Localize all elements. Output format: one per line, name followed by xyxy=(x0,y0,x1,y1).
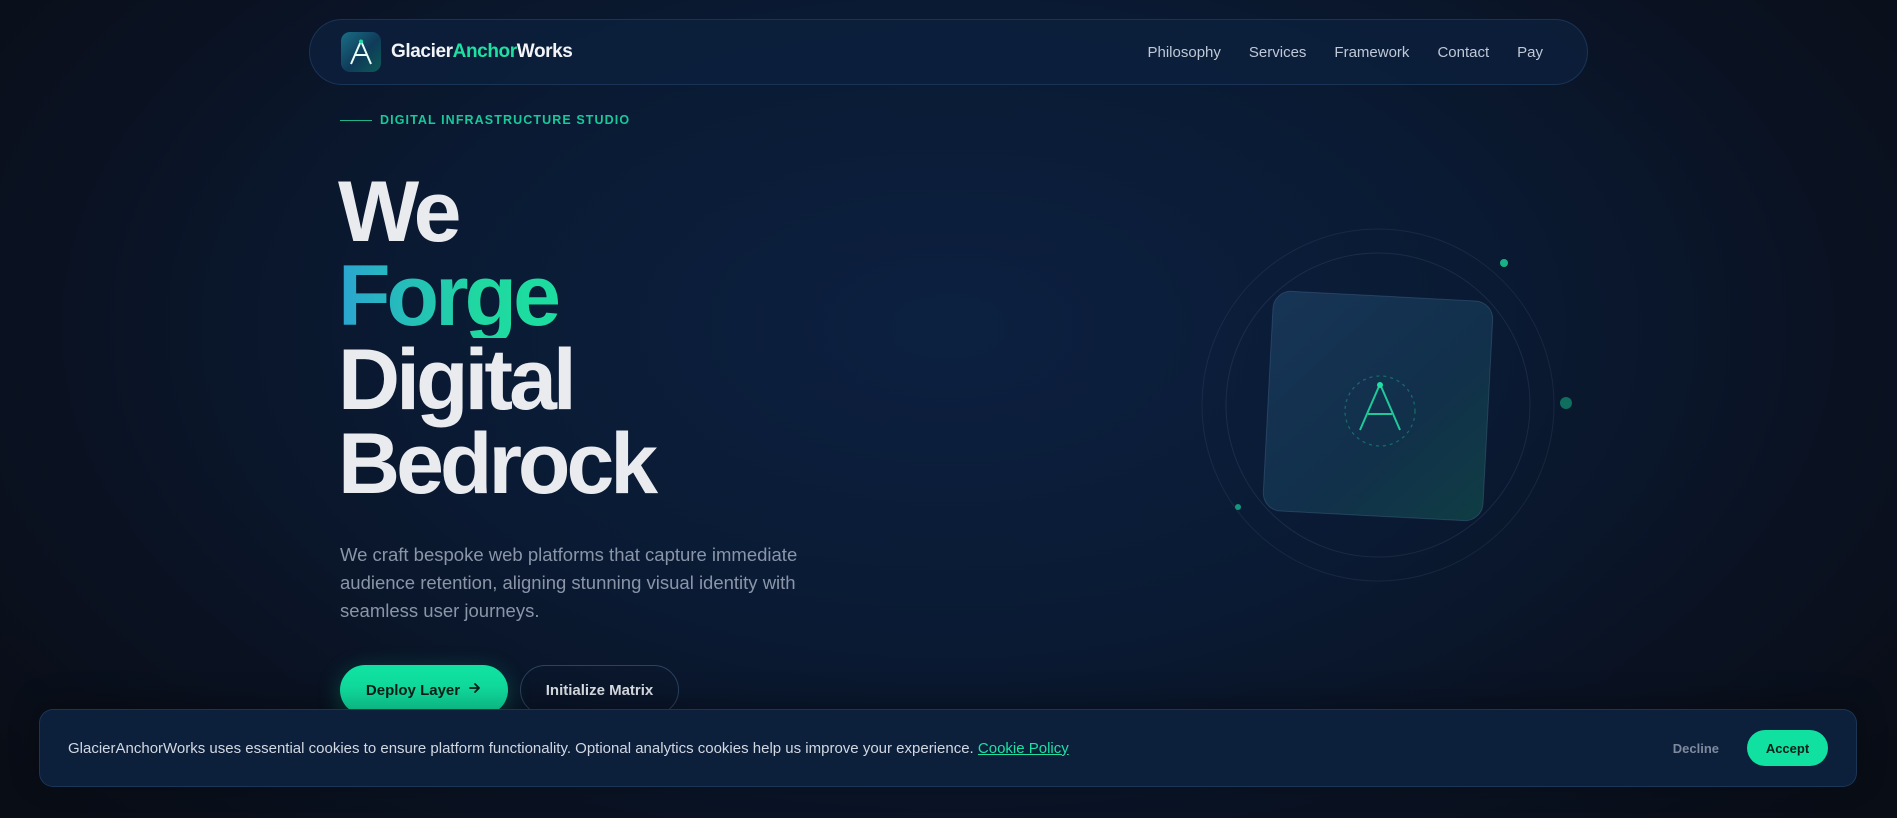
brand-wordmark: Glacier Anchor Works xyxy=(391,41,573,63)
cookie-actions: Decline Accept xyxy=(1673,730,1828,766)
headline-line-3: Digital xyxy=(338,332,577,428)
anchor-a-logo-icon xyxy=(341,32,381,72)
cookie-consent-banner: GlacierAnchorWorks uses essential cookie… xyxy=(39,709,1857,787)
arrow-right-icon xyxy=(468,681,482,699)
eyebrow-text: DIGITAL INFRASTRUCTURE STUDIO xyxy=(380,113,631,127)
nav-link-framework[interactable]: Framework xyxy=(1334,44,1409,61)
cookie-policy-link[interactable]: Cookie Policy xyxy=(978,740,1069,757)
brand-name-anchor: Anchor xyxy=(452,41,518,62)
deploy-layer-label: Deploy Layer xyxy=(365,681,461,699)
orbit-dot-top xyxy=(1500,259,1508,267)
deploy-layer-button[interactable]: Deploy Layer xyxy=(340,665,508,715)
nav-link-philosophy[interactable]: Philosophy xyxy=(1148,44,1221,61)
headline-line-4: Bedrock xyxy=(338,416,658,512)
nav-link-contact[interactable]: Contact xyxy=(1437,44,1489,61)
nav-links: Philosophy Services Framework Contact Pa… xyxy=(1148,44,1544,61)
cookie-text: GlacierAnchorWorks uses essential cookie… xyxy=(68,739,974,757)
top-navbar: Glacier Anchor Works Philosophy Services F… xyxy=(309,19,1588,85)
brand-name-glacier: Glacier xyxy=(391,41,453,62)
hero-illustration xyxy=(1195,220,1575,600)
eyebrow-divider-line xyxy=(340,119,372,121)
accept-cookies-button[interactable]: Accept xyxy=(1747,730,1828,766)
hero-headline: We Forge Digital Bedrock xyxy=(338,164,658,512)
hero-subtitle: We craft bespoke web platforms that capt… xyxy=(340,544,798,621)
orbit-dot-right xyxy=(1560,397,1572,409)
headline-line-2-accent: Forge xyxy=(338,253,654,339)
orbit-dot-left xyxy=(1235,504,1241,510)
brand-name-works: Works xyxy=(516,41,573,62)
initialize-matrix-button[interactable]: Initialize Matrix xyxy=(520,665,679,715)
decline-cookies-button[interactable]: Decline xyxy=(1673,741,1719,756)
brand-logo-link[interactable]: Glacier Anchor Works xyxy=(341,32,573,72)
floating-card xyxy=(1262,290,1494,522)
hero-eyebrow: DIGITAL INFRASTRUCTURE STUDIO xyxy=(340,113,630,127)
nav-link-pay[interactable]: Pay xyxy=(1517,44,1543,61)
cookie-message: GlacierAnchorWorks uses essential cookie… xyxy=(68,740,1069,757)
nav-link-services[interactable]: Services xyxy=(1249,44,1307,61)
headline-line-1: We xyxy=(338,164,461,260)
